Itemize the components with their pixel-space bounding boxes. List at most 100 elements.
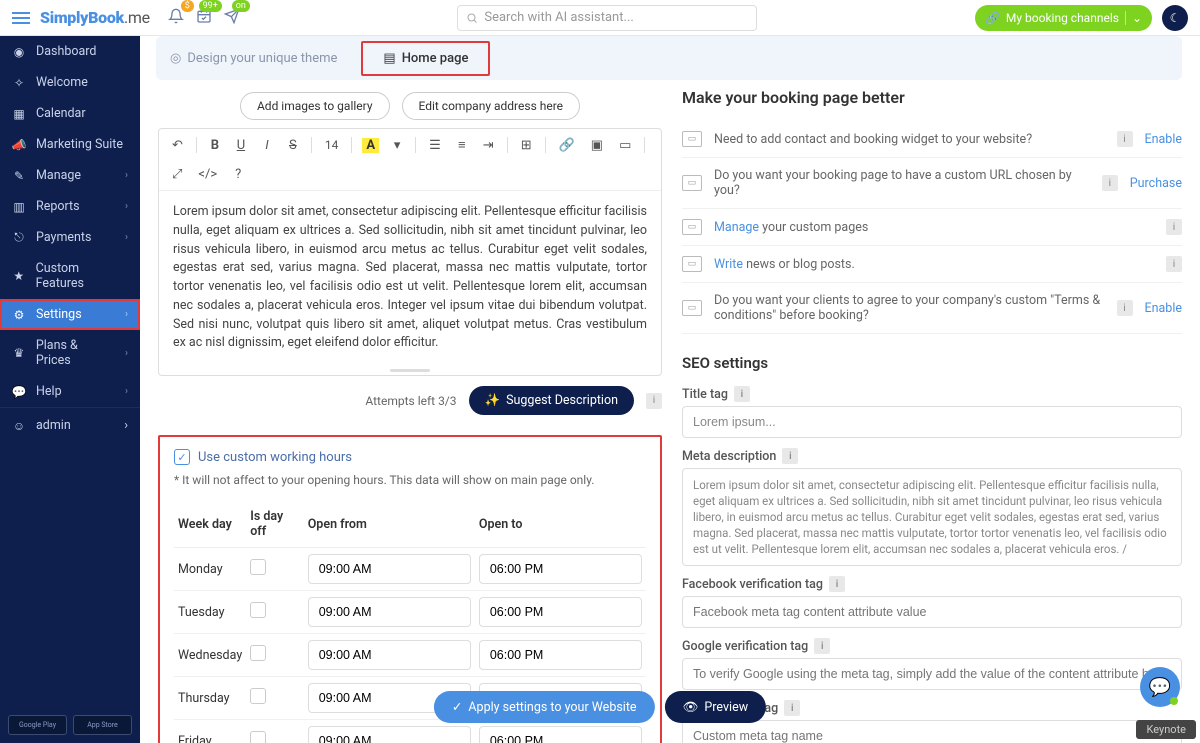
- google-play-badge[interactable]: Google Play: [8, 715, 67, 735]
- open-from-input[interactable]: [308, 554, 471, 584]
- logo[interactable]: SimplyBook.me: [40, 8, 150, 27]
- dayoff-checkbox[interactable]: [250, 602, 266, 618]
- open-from-input[interactable]: [308, 640, 471, 670]
- sidebar-item-manage[interactable]: ✎Manage›: [0, 160, 140, 191]
- tab-home-page[interactable]: ▤Home page: [361, 41, 490, 76]
- add-images-button[interactable]: Add images to gallery: [240, 92, 390, 120]
- info-icon[interactable]: i: [1117, 300, 1133, 316]
- table-row: Monday: [174, 548, 646, 591]
- sidebar-item-admin[interactable]: ☺admin›: [0, 407, 140, 443]
- font-size-select[interactable]: 14: [322, 136, 342, 154]
- link-icon[interactable]: 🔗: [556, 136, 578, 155]
- text-color-button[interactable]: A: [362, 138, 379, 153]
- info-icon[interactable]: i: [829, 576, 845, 592]
- info-icon[interactable]: i: [1102, 175, 1118, 191]
- chat-bubble-button[interactable]: 💬: [1140, 667, 1180, 707]
- info-icon[interactable]: i: [646, 393, 662, 409]
- pencil-icon: ✎: [12, 169, 26, 183]
- list-ul-icon[interactable]: ☰: [426, 136, 444, 155]
- use-custom-hours-checkbox[interactable]: ✓: [174, 449, 190, 465]
- better-item: ▭Do you want your clients to agree to yo…: [682, 283, 1182, 334]
- info-icon[interactable]: i: [784, 700, 800, 716]
- booking-channels-button[interactable]: 🔗 My booking channels ⌄: [975, 5, 1152, 31]
- suggest-description-button[interactable]: ✨Suggest Description: [469, 386, 634, 415]
- info-icon[interactable]: i: [782, 448, 798, 464]
- keynote-tag: Keynote: [1136, 720, 1196, 739]
- help-icon[interactable]: ?: [230, 165, 246, 184]
- calendar-check-icon[interactable]: 99+: [196, 8, 212, 28]
- store-badges: Google Play App Store: [0, 707, 140, 743]
- better-action-link[interactable]: Enable: [1145, 301, 1183, 316]
- seo-meta-textarea[interactable]: Lorem ipsum dolor sit amet, consectetur …: [682, 468, 1182, 566]
- seo-google-input[interactable]: [682, 658, 1182, 690]
- bold-button[interactable]: B: [207, 136, 223, 155]
- sidebar-item-welcome[interactable]: ✧Welcome: [0, 67, 140, 98]
- menu-toggle-icon[interactable]: [12, 12, 30, 24]
- chevron-down-icon: ⌄: [1125, 11, 1142, 25]
- italic-button[interactable]: I: [259, 136, 275, 155]
- sidebar-item-plans[interactable]: ♛Plans & Prices›: [0, 330, 140, 376]
- sidebar-item-payments[interactable]: ⎋Payments›: [0, 222, 140, 253]
- better-link[interactable]: Write: [714, 257, 743, 272]
- seo-title-input[interactable]: [682, 406, 1182, 438]
- sidebar-item-custom-features[interactable]: ★Custom Features: [0, 253, 140, 299]
- dayoff-checkbox[interactable]: [250, 731, 266, 743]
- dayoff-checkbox[interactable]: [250, 688, 266, 704]
- widget-icon: ▭: [682, 175, 702, 191]
- better-action-link[interactable]: Enable: [1145, 132, 1183, 147]
- undo-icon[interactable]: ↶: [169, 136, 186, 155]
- open-to-input[interactable]: [479, 726, 642, 743]
- apply-settings-button[interactable]: ✓Apply settings to your Website: [434, 691, 655, 723]
- video-icon[interactable]: ▭: [616, 136, 634, 155]
- check-icon: ✓: [452, 699, 462, 715]
- chat-icon: 💬: [1149, 677, 1171, 698]
- table-icon[interactable]: ⊞: [518, 136, 535, 155]
- day-cell: Thursday: [174, 677, 246, 720]
- link-icon: 🔗: [985, 11, 1000, 25]
- sidebar-item-reports[interactable]: ▥Reports›: [0, 191, 140, 222]
- underline-button[interactable]: U: [233, 136, 249, 155]
- sidebar: ◉Dashboard ✧Welcome ▦Calendar 📣Marketing…: [0, 36, 140, 743]
- indent-icon[interactable]: ⇥: [480, 136, 497, 155]
- open-to-input[interactable]: [479, 554, 642, 584]
- col-openfrom: Open from: [304, 501, 475, 548]
- open-from-input[interactable]: [308, 726, 471, 743]
- edit-address-button[interactable]: Edit company address here: [402, 92, 581, 120]
- theme-toggle-button[interactable]: ☾: [1162, 5, 1188, 31]
- code-icon[interactable]: </>: [195, 165, 220, 184]
- better-item: ▭Need to add contact and booking widget …: [682, 121, 1182, 158]
- open-to-input[interactable]: [479, 597, 642, 627]
- bell-icon[interactable]: $: [168, 8, 184, 28]
- description-editor: ↶ B U I S 14 A ▾ ☰ ≡ ⇥: [158, 128, 662, 376]
- open-to-input[interactable]: [479, 640, 642, 670]
- preview-button[interactable]: 👁Preview: [665, 691, 767, 723]
- tab-design[interactable]: ◎Design your unique theme: [170, 51, 337, 66]
- resize-handle[interactable]: [159, 365, 661, 375]
- better-action-link[interactable]: Purchase: [1130, 176, 1182, 191]
- info-icon[interactable]: i: [734, 386, 750, 402]
- info-icon[interactable]: i: [1166, 256, 1182, 272]
- sidebar-item-marketing[interactable]: 📣Marketing Suite: [0, 129, 140, 160]
- seo-custom-name-input[interactable]: [682, 720, 1182, 743]
- list-ol-icon[interactable]: ≡: [454, 135, 470, 155]
- sidebar-item-calendar[interactable]: ▦Calendar: [0, 98, 140, 129]
- better-link[interactable]: Manage: [714, 220, 759, 235]
- info-icon[interactable]: i: [1166, 219, 1182, 235]
- seo-fb-input[interactable]: [682, 596, 1182, 628]
- strike-button[interactable]: S: [285, 136, 301, 155]
- dayoff-checkbox[interactable]: [250, 645, 266, 661]
- info-icon[interactable]: i: [1117, 131, 1133, 147]
- paper-plane-icon[interactable]: on: [224, 8, 240, 28]
- sidebar-item-settings[interactable]: ⚙Settings›: [0, 299, 140, 330]
- editor-textarea[interactable]: Lorem ipsum dolor sit amet, consectetur …: [159, 191, 661, 365]
- app-store-badge[interactable]: App Store: [73, 715, 132, 735]
- sidebar-item-help[interactable]: 💬Help›: [0, 376, 140, 407]
- image-icon[interactable]: ▣: [588, 136, 606, 155]
- open-from-input[interactable]: [308, 597, 471, 627]
- search-input[interactable]: Search with AI assistant...: [457, 5, 757, 31]
- fullscreen-icon[interactable]: ⤢: [169, 165, 185, 184]
- info-icon[interactable]: i: [814, 638, 830, 654]
- sidebar-item-dashboard[interactable]: ◉Dashboard: [0, 36, 140, 67]
- dayoff-checkbox[interactable]: [250, 559, 266, 575]
- color-dropdown-icon[interactable]: ▾: [389, 136, 405, 155]
